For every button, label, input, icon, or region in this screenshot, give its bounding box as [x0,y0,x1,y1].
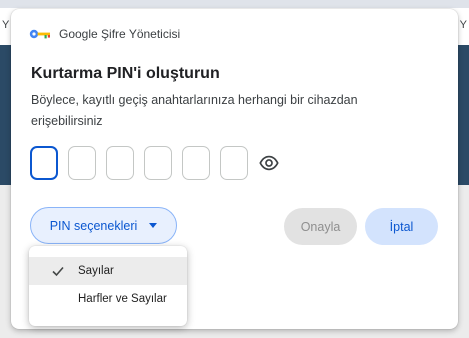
background-strip [0,0,469,8]
caret-down-icon [149,223,158,228]
menu-item-label: Harfler ve Sayılar [78,293,167,305]
menu-item-label: Sayılar [78,265,114,277]
background-left-text: Y [2,19,10,31]
pin-options-button[interactable]: PIN seçenekleri [30,207,177,244]
background-right-text: Y [459,19,467,31]
key-icon [29,29,50,39]
pin-digit-6-input[interactable] [220,146,248,180]
dialog-description: Böylece, kayıtlı geçiş anahtarlarınıza h… [31,93,358,128]
dialog-header: Google Şifre Yöneticisi [29,27,180,41]
pin-options-menu: Sayılar Harfler ve Sayılar [29,246,187,326]
pin-input-row [30,146,280,180]
pin-digit-5-input[interactable] [182,146,210,180]
menu-item-numbers[interactable]: Sayılar [29,257,187,285]
dialog-title: Kurtarma PIN'i oluşturun [31,65,220,82]
pin-digit-4-input[interactable] [144,146,172,180]
cancel-button[interactable]: İptal [365,208,438,245]
pin-digit-1-input[interactable] [30,146,58,180]
eye-icon[interactable] [258,152,280,174]
pin-digit-3-input[interactable] [106,146,134,180]
pin-digit-2-input[interactable] [68,146,96,180]
menu-item-letters-and-numbers[interactable]: Harfler ve Sayılar [29,285,187,313]
checkmark-icon [52,266,64,277]
confirm-button[interactable]: Onayla [284,208,357,245]
password-manager-title: Google Şifre Yöneticisi [59,27,181,41]
pin-options-label: PIN seçenekleri [49,218,138,233]
